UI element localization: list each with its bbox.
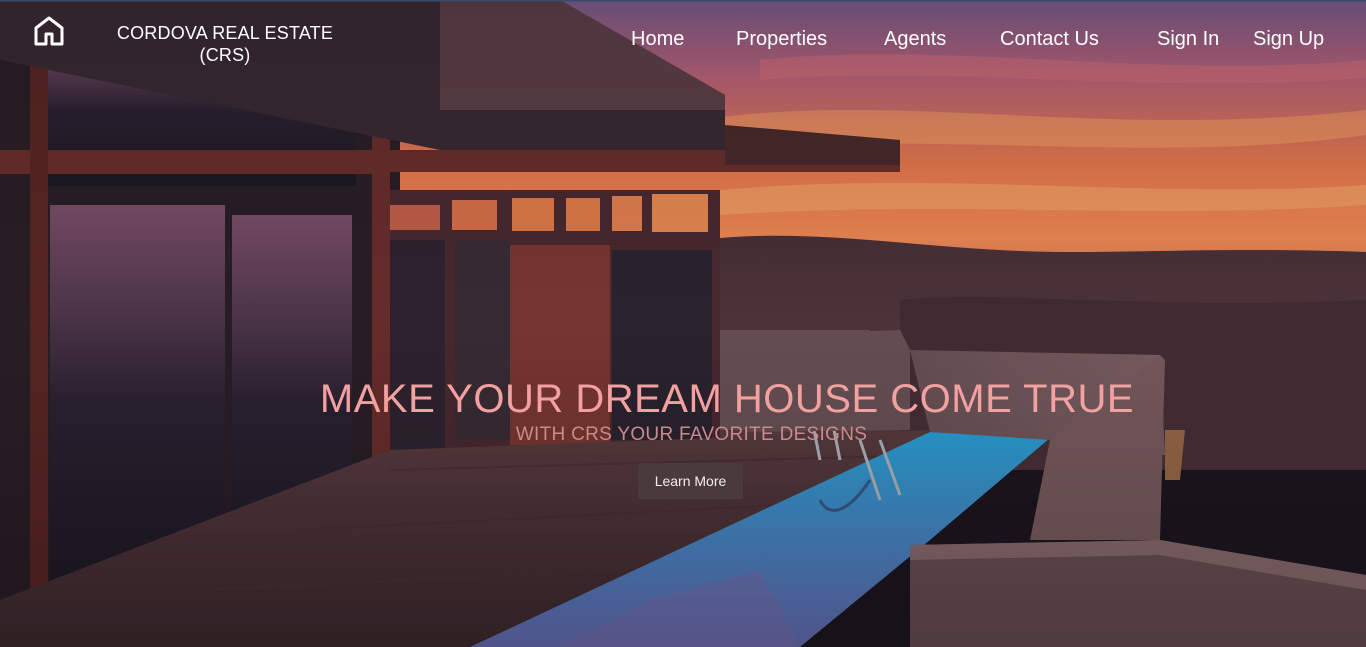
nav-sign-in[interactable]: Sign In (1157, 26, 1219, 52)
nav-sign-up[interactable]: Sign Up (1253, 26, 1324, 52)
brand-line-1: CORDOVA REAL ESTATE (116, 23, 334, 43)
hero-background-image (0, 0, 1366, 647)
nav-properties[interactable]: Properties (736, 26, 827, 52)
nav-agents[interactable]: Agents (884, 26, 946, 52)
home-icon[interactable] (32, 14, 66, 48)
hero-title: MAKE YOUR DREAM HOUSE COME TRUE (319, 377, 1135, 421)
brand-name: CORDOVA REAL ESTATE (CRS) (110, 22, 340, 66)
brand-line-2: (CRS) (199, 45, 251, 65)
hero-subtitle: WITH CRS YOUR FAVORITE DESIGNS (515, 424, 868, 445)
nav-home[interactable]: Home (631, 26, 684, 52)
nav-contact-us[interactable]: Contact Us (1000, 26, 1099, 52)
learn-more-button[interactable]: Learn More (638, 463, 743, 499)
